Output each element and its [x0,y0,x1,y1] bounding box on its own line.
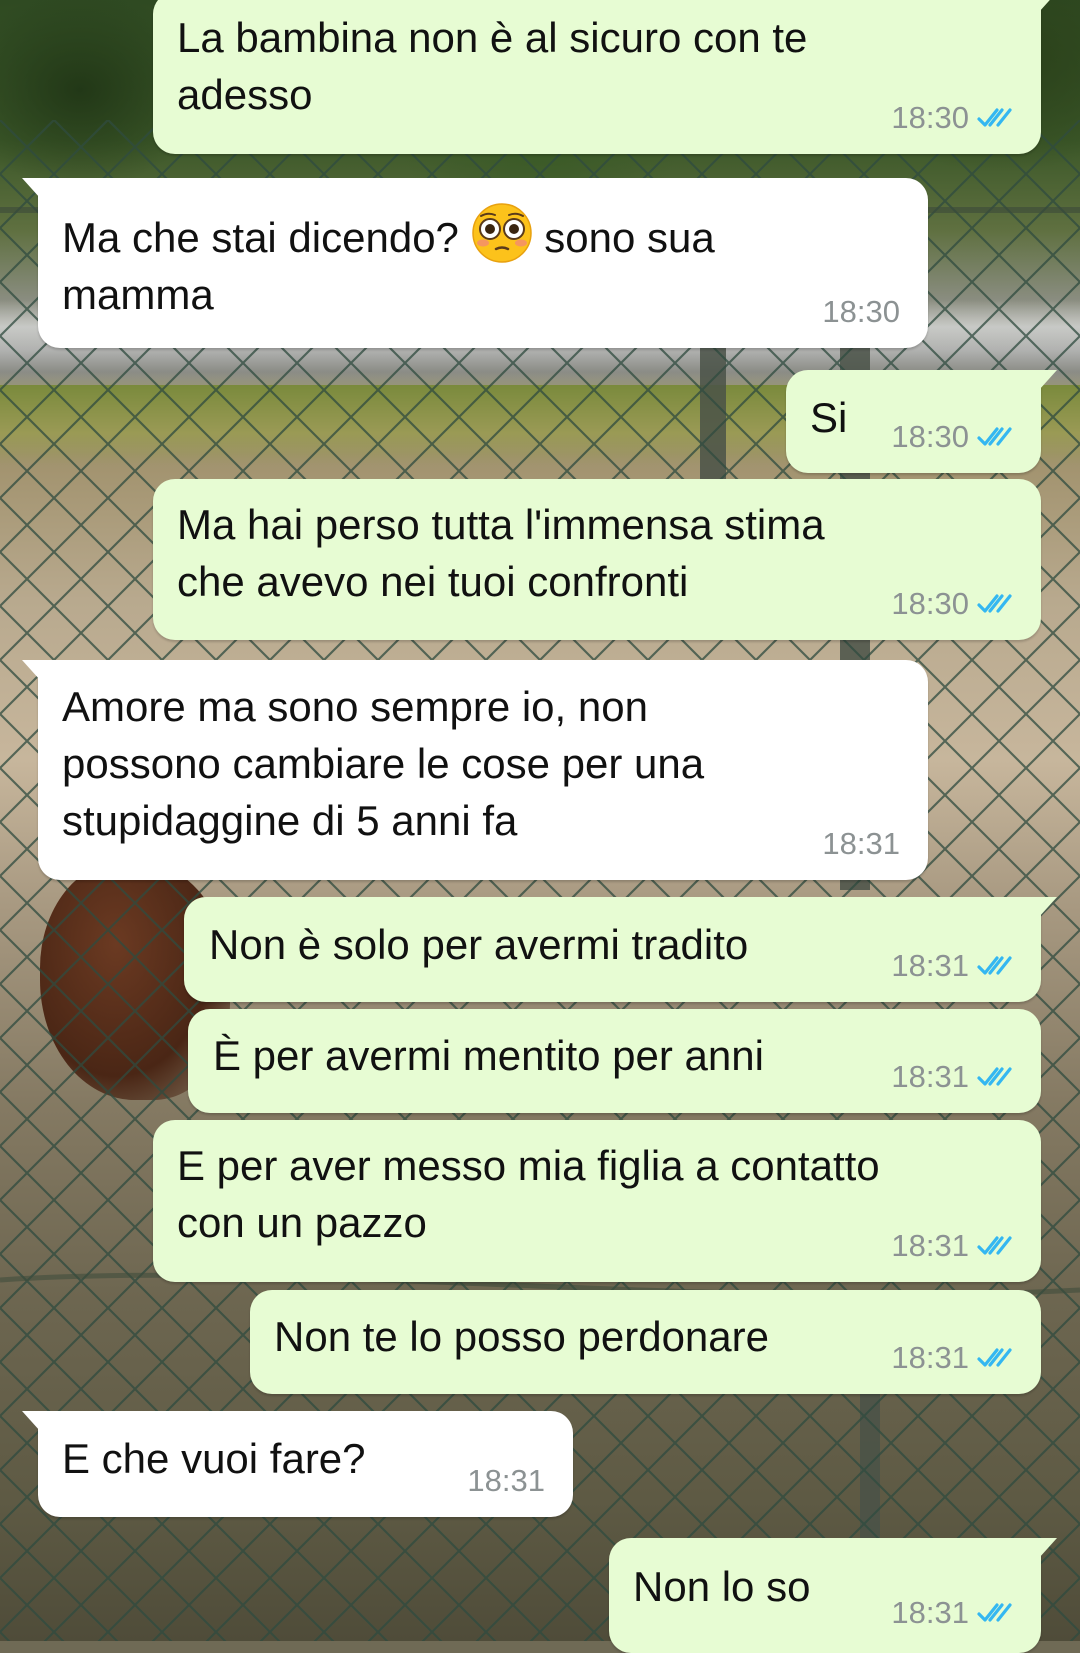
read-double-tick-icon [977,427,1012,446]
message-meta: 18:31 [891,1595,1017,1631]
message-time: 18:31 [891,1340,969,1375]
message-bubble-incoming[interactable]: Ma che stai dicendo? sono sua mamma 18:3… [22,178,928,348]
message-text: La bambina non è al sicuro con te adesso [177,14,808,118]
read-double-tick-icon [977,594,1012,613]
flushed-face-emoji-icon [471,203,532,263]
message-text: E che vuoi fare? [62,1435,366,1482]
message-meta: 18:31 [891,948,1017,984]
message-meta: 18:30 [891,100,1017,136]
read-double-tick-icon [977,1067,1012,1086]
message-meta: 18:31 [891,1059,1017,1095]
message-text: Ma che stai dicendo? sono sua mamma [62,202,715,323]
message-meta: 18:31 [822,826,900,862]
message-time: 18:31 [467,1463,545,1498]
message-time: 18:30 [891,419,969,454]
message-meta: 18:31 [891,1228,1017,1264]
message-bubble-outgoing[interactable]: E per aver messo mia figlia a contatto c… [153,1120,1041,1282]
read-double-tick-icon [977,1348,1012,1367]
message-bubble-outgoing[interactable]: Si 18:30 [786,370,1057,473]
read-double-tick-icon [977,956,1012,975]
message-time: 18:30 [891,586,969,621]
message-bubble-incoming[interactable]: Amore ma sono sempre io, non possono cam… [22,660,928,880]
message-text-part: Ma che stai dicendo? [62,214,471,261]
read-double-tick-icon [977,1236,1012,1255]
message-bubble-outgoing[interactable]: Ma hai perso tutta l'immensa stima che a… [153,479,1041,640]
message-time: 18:31 [891,948,969,983]
message-meta: 18:31 [467,1463,545,1499]
message-time: 18:31 [822,826,900,861]
read-double-tick-icon [977,1603,1012,1622]
message-bubble-outgoing[interactable]: Non lo so 18:31 [609,1538,1057,1653]
message-meta: 18:30 [891,419,1017,455]
message-meta: 18:31 [891,1340,1017,1376]
message-text: Amore ma sono sempre io, non possono cam… [62,683,705,844]
message-bubble-outgoing[interactable]: La bambina non è al sicuro con te adesso… [153,0,1057,154]
message-text: È per avermi mentito per anni [213,1032,764,1079]
message-text: Si [810,394,848,441]
read-double-tick-icon [977,108,1012,127]
message-bubble-incoming[interactable]: E che vuoi fare? 18:31 [22,1411,573,1517]
message-text: Non te lo posso perdonare [274,1313,769,1360]
message-meta: 18:30 [822,294,900,330]
message-time: 18:30 [891,100,969,135]
message-text: E per aver messo mia figlia a contatto c… [177,1142,880,1246]
message-text: Non è solo per avermi tradito [209,921,749,968]
message-meta: 18:30 [891,586,1017,622]
message-text: Ma hai perso tutta l'immensa stima che a… [177,501,825,605]
message-time: 18:30 [822,294,900,329]
message-text: Non lo so [633,1563,811,1610]
message-bubble-outgoing[interactable]: Non è solo per avermi tradito 18:31 [184,897,1057,1002]
message-time: 18:31 [891,1059,969,1094]
message-time: 18:31 [891,1228,969,1263]
message-bubble-outgoing[interactable]: Non te lo posso perdonare 18:31 [250,1290,1041,1394]
message-bubble-outgoing[interactable]: È per avermi mentito per anni 18:31 [188,1009,1041,1113]
message-time: 18:31 [891,1595,969,1630]
